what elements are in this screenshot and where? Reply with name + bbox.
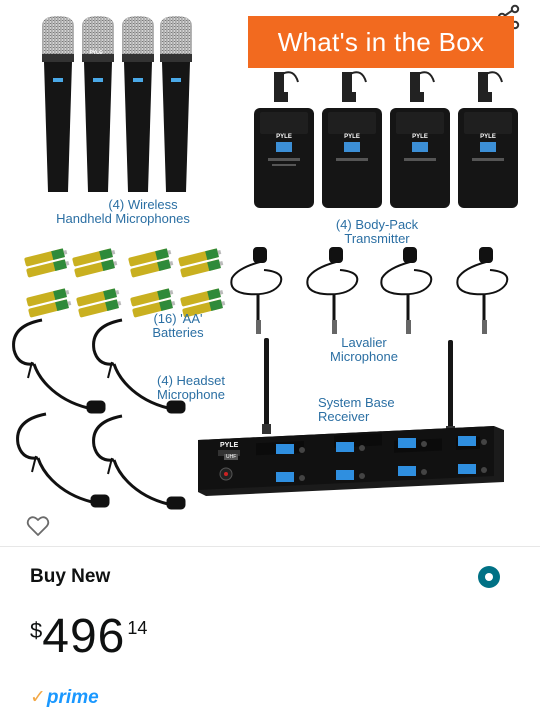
buy-new-title: Buy New bbox=[30, 566, 111, 587]
lavalier-graphic bbox=[230, 246, 509, 336]
price-whole: 496 bbox=[42, 610, 126, 663]
headset-graphic bbox=[12, 318, 186, 510]
receiver-graphic bbox=[198, 338, 504, 496]
prime-label: prime bbox=[46, 687, 99, 708]
prime-check-icon: ✓ bbox=[30, 687, 46, 708]
receiver-brand: PYLE bbox=[220, 442, 239, 449]
handheld-microphones-graphic bbox=[42, 16, 192, 192]
body-pack-graphic bbox=[254, 71, 518, 208]
buy-new-radio[interactable] bbox=[478, 566, 500, 588]
receiver-badge: UHF bbox=[224, 454, 239, 460]
batteries-graphic bbox=[22, 238, 228, 310]
handheld-label: (4) Wireless Handheld Microphones bbox=[48, 198, 198, 226]
price-symbol: $ bbox=[30, 618, 43, 643]
bodypack-label: (4) Body-Pack Transmitter bbox=[322, 218, 432, 246]
section-divider bbox=[0, 546, 540, 547]
prime-badge: ✓prime bbox=[30, 686, 99, 709]
heart-icon[interactable] bbox=[26, 514, 50, 538]
product-image[interactable]: What's in the Box (4) Wireless Handheld … bbox=[0, 0, 540, 530]
handheld-label-line2: Handheld Microphones bbox=[56, 211, 190, 226]
body-pack-brand-3: PYLE bbox=[412, 134, 428, 140]
price-fraction: 14 bbox=[127, 618, 148, 638]
price: $ 496 14 bbox=[30, 612, 147, 662]
bodypack-label-line1: (4) Body-Pack bbox=[335, 217, 419, 232]
handheld-label-line1: (4) Wireless bbox=[108, 197, 178, 212]
body-pack-brand-2: PYLE bbox=[344, 134, 360, 140]
whats-in-the-box-banner: What's in the Box bbox=[248, 16, 514, 68]
handheld-brand: PYLE bbox=[89, 50, 103, 56]
body-pack-brand-1: PYLE bbox=[276, 134, 292, 140]
body-pack-brand-4: PYLE bbox=[480, 134, 496, 140]
